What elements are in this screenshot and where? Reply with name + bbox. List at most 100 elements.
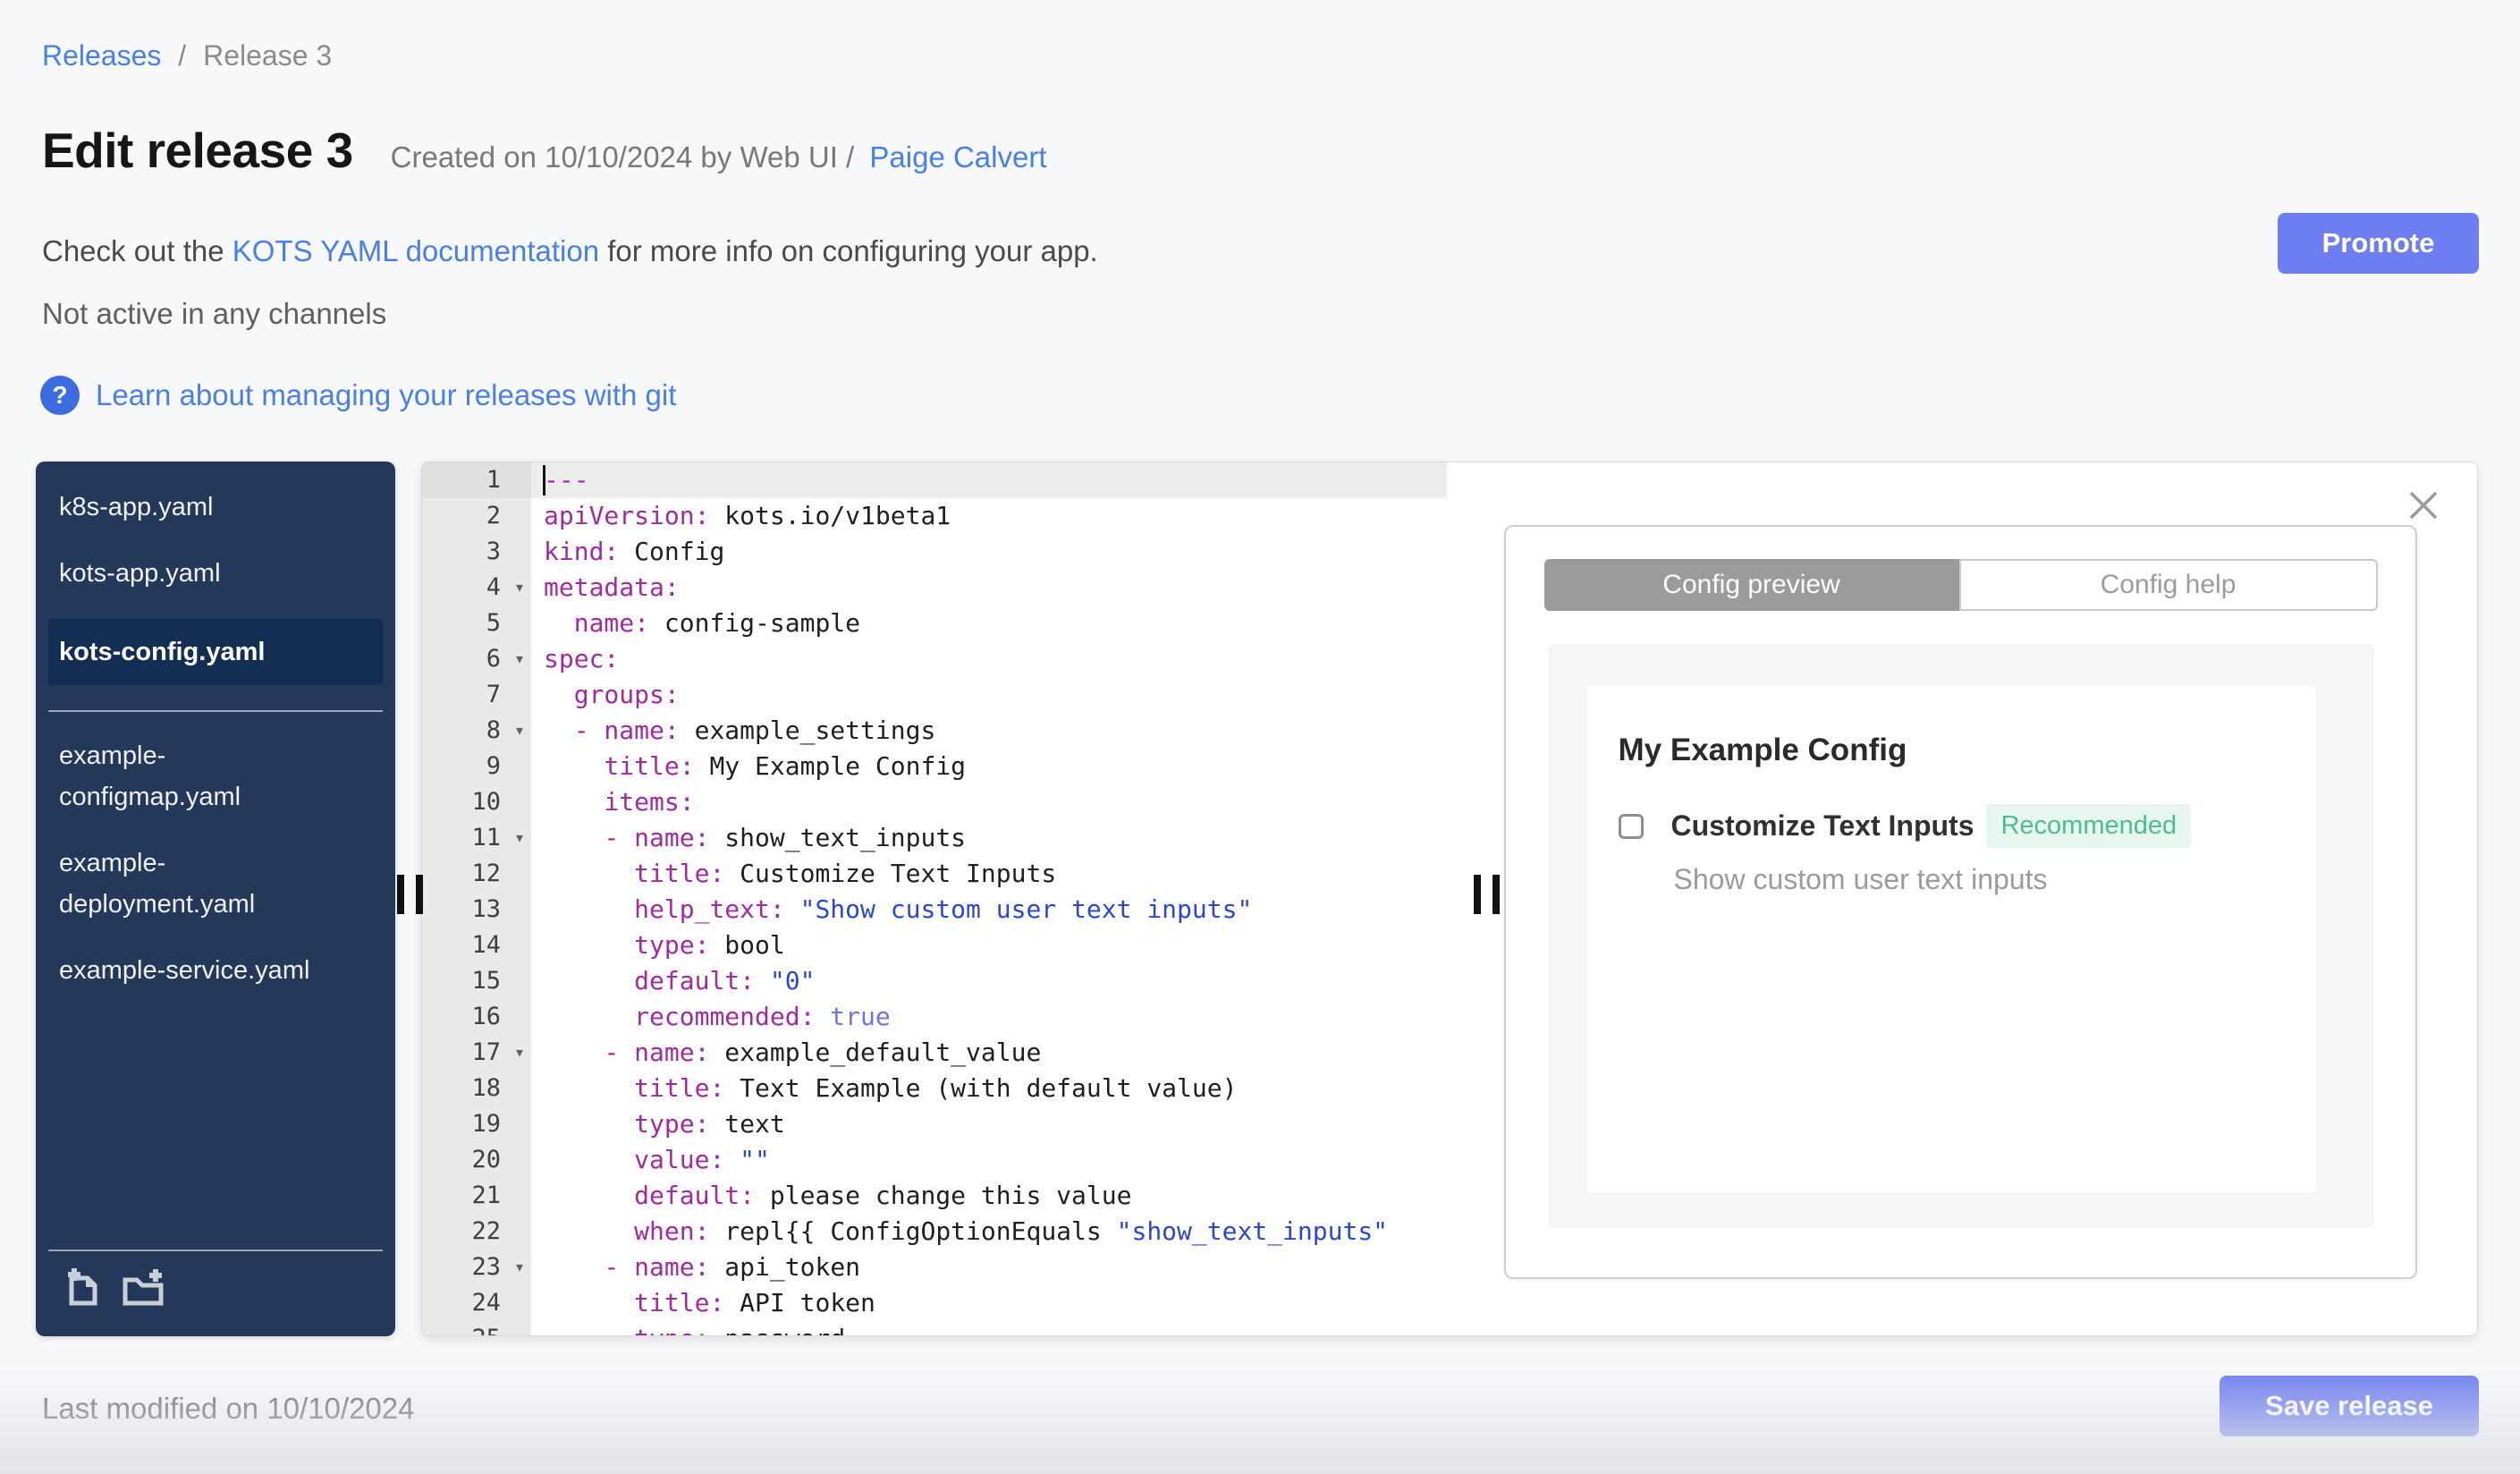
code-line-3[interactable]: 3 kind: Config (422, 534, 1447, 570)
code-line-5[interactable]: 5 name: config-sample (422, 606, 1447, 641)
code-line-14[interactable]: 14 type: bool (422, 928, 1447, 963)
code-line-15[interactable]: 15 default: "0" (422, 963, 1447, 999)
line-number: 14 (471, 931, 501, 959)
code-text: metadata: (544, 572, 680, 602)
config-preview-panel: Config preview Config help My Example Co… (1447, 462, 2477, 1335)
code-line-17[interactable]: 17 ▾ - name: example_default_value (422, 1035, 1447, 1071)
code-text: - name: show_text_inputs (604, 823, 967, 852)
code-line-19[interactable]: 19 type: text (422, 1106, 1447, 1142)
line-number: 16 (471, 1003, 501, 1030)
code-line-20[interactable]: 20 value: "" (422, 1142, 1447, 1178)
file-item-example-configmap.yaml[interactable]: example-configmap.yaml (48, 735, 383, 817)
save-release-button[interactable]: Save release (2220, 1376, 2479, 1436)
line-number: 23 ▾ (422, 1250, 531, 1285)
code-line-4[interactable]: 4 ▾ metadata: (422, 570, 1447, 606)
config-group-title: My Example Config (1618, 733, 1907, 767)
file-item-kots-config.yaml[interactable]: kots-config.yaml (48, 619, 383, 685)
release-editor-container: 1 --- 2 apiVersion: kots.io/v1beta1 3 kind: C… (421, 462, 2478, 1336)
tab-config-preview[interactable]: Config preview (1543, 559, 1959, 611)
git-learn-row: ? Learn about managing your releases wit… (40, 376, 676, 415)
line-number: 10 (471, 788, 501, 816)
breadcrumb-separator: / (178, 39, 187, 72)
code-text: name: config-sample (573, 608, 861, 638)
code-line-9[interactable]: 9 title: My Example Config (422, 749, 1447, 784)
yaml-editor[interactable]: 1 --- 2 apiVersion: kots.io/v1beta1 3 kind: C… (422, 462, 1447, 1335)
info-post: for more info on configuring your app. (599, 234, 1098, 267)
text-cursor (543, 465, 545, 496)
code-text: type: bool (634, 930, 785, 960)
line-number: 25 (422, 1321, 531, 1335)
info-pre: Check out the (42, 234, 233, 267)
fold-arrow-icon[interactable]: ▾ (516, 1250, 523, 1285)
config-item-help-text: Show custom user text inputs (1673, 863, 2048, 895)
last-modified-text: Last modified on 10/10/2024 (42, 1392, 415, 1425)
code-line-23[interactable]: 23 ▾ - name: api_token (422, 1250, 1447, 1285)
code-text: help_text: "Show custom user text inputs… (634, 894, 1253, 924)
code-line-7[interactable]: 7 groups: (422, 677, 1447, 713)
git-learn-link[interactable]: Learn about managing your releases with … (96, 378, 676, 412)
file-item-example-service.yaml[interactable]: example-service.yaml (48, 950, 383, 991)
line-number: 13 (471, 895, 501, 923)
fold-arrow-icon[interactable]: ▾ (516, 570, 523, 606)
code-line-21[interactable]: 21 default: please change this value (422, 1178, 1447, 1214)
fold-arrow-icon[interactable]: ▾ (516, 713, 523, 749)
code-text: when: repl{{ ConfigOptionEquals "show_te… (634, 1216, 1389, 1246)
code-line-12[interactable]: 12 title: Customize Text Inputs (422, 856, 1447, 892)
fold-arrow-icon[interactable]: ▾ (516, 1035, 523, 1071)
code-text: kind: Config (544, 537, 725, 566)
code-line-6[interactable]: 6 ▾ spec: (422, 641, 1447, 677)
code-text: --- (531, 462, 1447, 498)
kots-yaml-docs-link[interactable]: KOTS YAML documentation (233, 234, 599, 267)
customize-text-inputs-checkbox[interactable] (1618, 813, 1644, 839)
code-line-2[interactable]: 2 apiVersion: kots.io/v1beta1 (422, 498, 1447, 534)
breadcrumb-current: Release 3 (203, 39, 333, 72)
code-line-16[interactable]: 16 recommended: true (422, 999, 1447, 1035)
line-number: 11 ▾ (422, 820, 531, 856)
line-number: 1 (422, 462, 531, 498)
channel-status: Not active in any channels (42, 297, 387, 330)
code-text: default: please change this value (634, 1181, 1132, 1210)
line-number: 20 (471, 1146, 501, 1173)
code-text: - name: example_settings (573, 716, 936, 745)
new-folder-icon[interactable] (120, 1266, 166, 1317)
code-text: title: Customize Text Inputs (634, 859, 1057, 888)
created-text: Created on 10/10/2024 by Web UI / (390, 140, 855, 174)
line-number: 19 (471, 1110, 501, 1138)
editor-resize-handle[interactable] (1474, 875, 1500, 914)
code-line-13[interactable]: 13 help_text: "Show custom user text inp… (422, 892, 1447, 928)
sidebar-actions-divider (48, 1250, 383, 1251)
line-number: 9 (486, 752, 501, 780)
page-title: Edit release 3 (42, 123, 353, 178)
docs-info-line: Check out the KOTS YAML documentation fo… (42, 234, 1098, 268)
code-line-24[interactable]: 24 title: API token (422, 1285, 1447, 1321)
code-text: spec: (544, 644, 620, 673)
breadcrumb-releases-link[interactable]: Releases (42, 39, 161, 72)
file-item-example-deployment.yaml[interactable]: example-deployment.yaml (48, 843, 383, 925)
config-render-area: My Example Config Customize Text Inputs … (1547, 644, 2374, 1228)
config-preview-card: Config preview Config help My Example Co… (1504, 525, 2417, 1279)
sidebar-actions (36, 1250, 395, 1336)
new-file-icon[interactable] (59, 1266, 106, 1317)
config-item-row: Customize Text Inputs Recommended (1618, 804, 2192, 848)
fold-arrow-icon[interactable]: ▾ (516, 820, 523, 856)
line-number: 3 (486, 538, 501, 565)
code-line-25[interactable]: 25 type: password (422, 1321, 1447, 1335)
promote-button[interactable]: Promote (2278, 213, 2479, 274)
config-item-label: Customize Text Inputs (1670, 809, 1975, 842)
code-line-22[interactable]: 22 when: repl{{ ConfigOptionEquals "show… (422, 1214, 1447, 1250)
sidebar-resize-handle[interactable] (397, 875, 423, 914)
code-line-10[interactable]: 10 items: (422, 784, 1447, 820)
file-item-k8s-app.yaml[interactable]: k8s-app.yaml (48, 487, 383, 528)
code-line-18[interactable]: 18 title: Text Example (with default val… (422, 1071, 1447, 1106)
file-item-kots-app.yaml[interactable]: kots-app.yaml (48, 553, 383, 594)
fold-arrow-icon[interactable]: ▾ (516, 641, 523, 677)
question-icon[interactable]: ? (40, 376, 80, 415)
code-line-11[interactable]: 11 ▾ - name: show_text_inputs (422, 820, 1447, 856)
code-line-1[interactable]: 1 --- (422, 462, 1447, 498)
file-tree-sidebar: k8s-app.yaml kots-app.yaml kots-config.yam… (36, 462, 395, 1336)
tab-config-help[interactable]: Config help (1958, 559, 2378, 611)
line-number: 7 (486, 681, 501, 708)
close-icon[interactable] (2407, 489, 2440, 521)
code-line-8[interactable]: 8 ▾ - name: example_settings (422, 713, 1447, 749)
created-by-link[interactable]: Paige Calvert (869, 140, 1046, 174)
